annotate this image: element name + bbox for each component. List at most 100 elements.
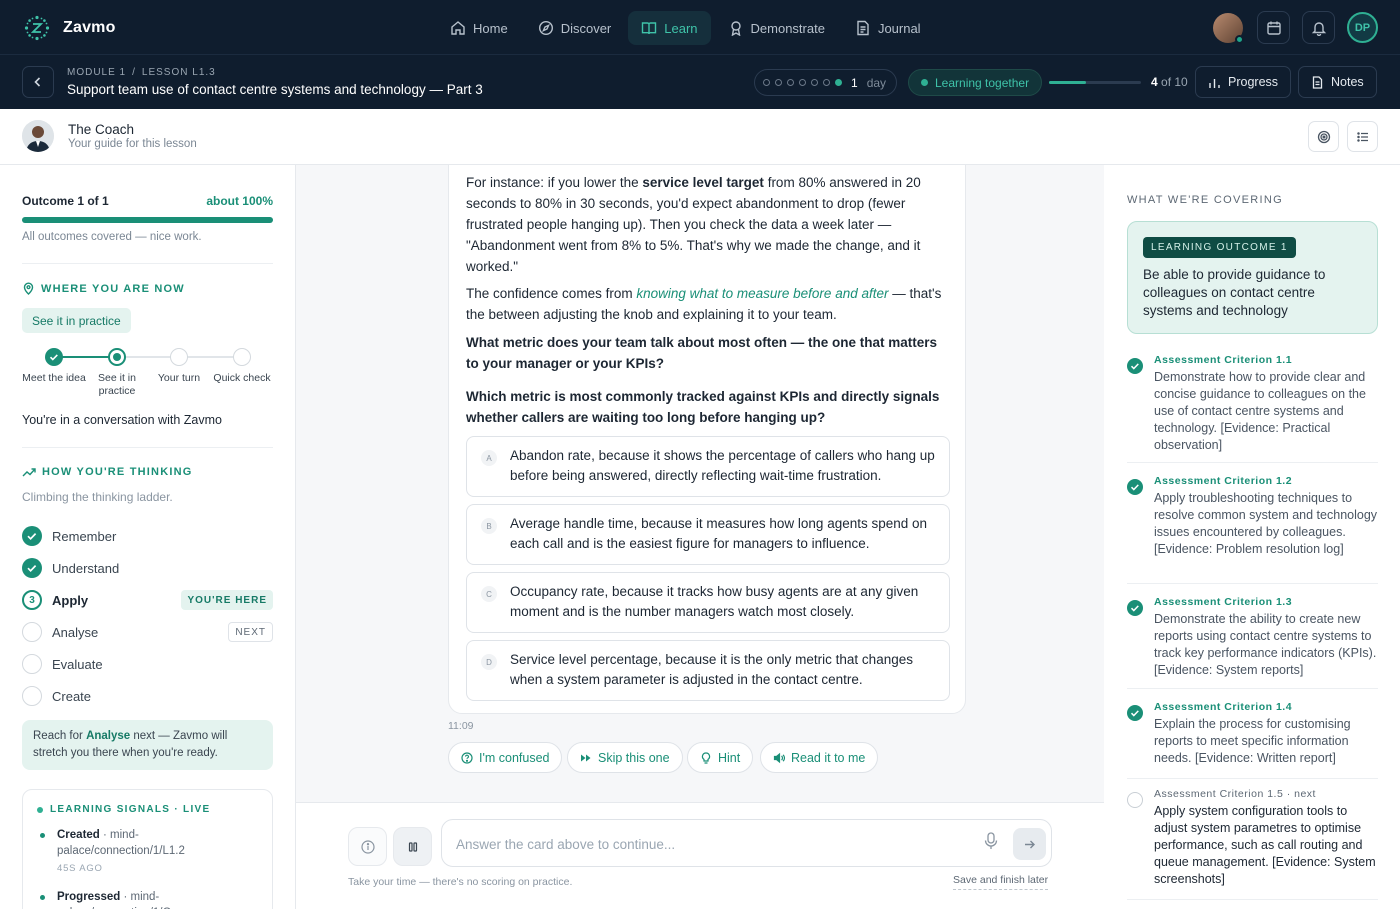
progress-button[interactable]: Progress bbox=[1195, 66, 1292, 98]
book-icon bbox=[641, 20, 657, 36]
criterion-item-next[interactable]: Assessment Criterion 1.5 · next Apply sy… bbox=[1127, 788, 1378, 900]
notifications-button[interactable] bbox=[1302, 11, 1335, 44]
learning-outcome-tag: LEARNING OUTCOME 1 bbox=[1143, 237, 1296, 258]
criterion-item[interactable]: Assessment Criterion 1.2 Apply troublesh… bbox=[1127, 475, 1378, 584]
nav-demonstrate[interactable]: Demonstrate bbox=[715, 11, 838, 45]
answer-input[interactable] bbox=[456, 832, 976, 856]
level-label: Evaluate bbox=[52, 656, 103, 672]
info-icon bbox=[360, 839, 375, 854]
current-phase-pill: See it in practice bbox=[22, 308, 131, 333]
learning-outcome-text: Be able to provide guidance to colleague… bbox=[1143, 267, 1326, 318]
criterion-item[interactable]: Assessment Criterion 1.1 Demonstrate how… bbox=[1127, 354, 1378, 463]
streak-dot bbox=[787, 79, 794, 86]
profile-button[interactable]: DP bbox=[1347, 12, 1378, 43]
answer-input-box bbox=[441, 819, 1052, 867]
nav-label: Discover bbox=[560, 20, 612, 36]
lesson-progress-fill bbox=[1049, 81, 1086, 84]
confused-button[interactable]: I'm confused bbox=[448, 742, 563, 773]
left-sidebar: Outcome 1 of 1 about 100% All outcomes c… bbox=[0, 165, 296, 909]
target-icon bbox=[1317, 130, 1331, 144]
conversation-status: You're in a conversation with Zavmo bbox=[22, 413, 222, 427]
current-step-dot bbox=[113, 353, 121, 361]
option-letter: C bbox=[481, 586, 497, 602]
skip-button[interactable]: Skip this one bbox=[567, 742, 683, 773]
step-label: Meet the idea bbox=[22, 372, 86, 384]
level-empty-circle bbox=[22, 654, 42, 674]
criterion-text: Apply troubleshooting techniques to reso… bbox=[1154, 491, 1378, 556]
chat-area: For instance: if you lower the service l… bbox=[296, 165, 1104, 909]
hint-button[interactable]: Hint bbox=[687, 742, 754, 773]
coach-avatar bbox=[22, 120, 54, 152]
calendar-button[interactable] bbox=[1257, 11, 1290, 44]
outcome-note: All outcomes covered — nice work. bbox=[22, 231, 202, 243]
you-are-here-badge: YOU'RE HERE bbox=[181, 590, 273, 610]
answer-option-a[interactable]: A Abandon rate, because it shows the per… bbox=[466, 436, 950, 497]
logo[interactable]: Zavmo bbox=[24, 15, 116, 41]
right-sidebar: WHAT WE'RE COVERING LEARNING OUTCOME 1 B… bbox=[1104, 165, 1400, 909]
action-label: Read it to me bbox=[791, 750, 866, 765]
action-label: Hint bbox=[718, 750, 741, 765]
nav-label: Home bbox=[473, 20, 508, 36]
notes-button[interactable]: Notes bbox=[1298, 66, 1377, 98]
learning-together-badge[interactable]: Learning together bbox=[908, 69, 1043, 96]
answer-option-d[interactable]: D Service level percentage, because it i… bbox=[466, 640, 950, 701]
answer-option-b[interactable]: B Average handle time, because it measur… bbox=[466, 504, 950, 565]
ladder-level-create: Create bbox=[22, 685, 273, 707]
criterion-title: Assessment Criterion 1.2 bbox=[1154, 475, 1293, 487]
criterion-title: Assessment Criterion 1.4 bbox=[1154, 701, 1293, 713]
criterion-item[interactable]: Assessment Criterion 1.4 Explain the pro… bbox=[1127, 701, 1378, 779]
user-avatar[interactable] bbox=[1213, 12, 1244, 44]
nav-home[interactable]: Home bbox=[437, 11, 521, 45]
coach-bar: The Coach Your guide for this lesson bbox=[0, 109, 1400, 165]
reflection-question: What metric does your team talk about mo… bbox=[466, 335, 938, 371]
outline-button[interactable] bbox=[1347, 121, 1378, 152]
focus-button[interactable] bbox=[1308, 121, 1339, 152]
lesson-info: MODULE 1 / LESSON L1.3 Support team use … bbox=[67, 67, 483, 97]
nav-discover[interactable]: Discover bbox=[525, 11, 625, 45]
top-right-controls: DP bbox=[1213, 11, 1378, 44]
nav-learn[interactable]: Learn bbox=[628, 11, 711, 45]
coach-subtitle: Your guide for this lesson bbox=[68, 138, 197, 150]
signal-verb: Progressed bbox=[57, 891, 121, 903]
together-label: Learning together bbox=[935, 75, 1030, 90]
progress-of: of 10 bbox=[1161, 75, 1188, 89]
thinking-subtitle: Climbing the thinking ladder. bbox=[22, 490, 173, 504]
action-label: Skip this one bbox=[598, 750, 670, 765]
nav-journal[interactable]: Journal bbox=[842, 11, 934, 45]
streak-dot bbox=[775, 79, 782, 86]
empty-circle-icon bbox=[1127, 792, 1143, 808]
save-later-link[interactable]: Save and finish later bbox=[953, 874, 1049, 890]
read-aloud-button[interactable]: Read it to me bbox=[760, 742, 879, 773]
quiz-question: Which metric is most commonly tracked ag… bbox=[466, 389, 940, 425]
answer-option-c[interactable]: C Occupancy rate, because it tracks how … bbox=[466, 572, 950, 633]
level-empty-circle bbox=[22, 686, 42, 706]
check-icon bbox=[45, 348, 63, 366]
criterion-title: Assessment Criterion 1.5 · next bbox=[1154, 788, 1316, 800]
journal-icon bbox=[855, 20, 871, 36]
check-icon bbox=[1127, 358, 1143, 374]
microphone-icon[interactable] bbox=[984, 832, 998, 850]
breadcrumb-lesson: LESSON L1.3 bbox=[141, 67, 216, 78]
text-run-bold: service level target bbox=[642, 175, 764, 190]
streak-dot bbox=[799, 79, 806, 86]
criterion-text: Apply system configuration tools to adju… bbox=[1154, 804, 1376, 886]
send-button[interactable] bbox=[1013, 828, 1046, 860]
lesson-progress-count: 4 of 10 bbox=[1151, 75, 1188, 89]
back-button[interactable] bbox=[22, 66, 54, 98]
notes-button-label: Notes bbox=[1331, 75, 1364, 89]
pause-button[interactable] bbox=[393, 827, 432, 866]
outcome-progress-fill bbox=[22, 217, 273, 223]
step-done bbox=[45, 348, 63, 366]
criterion-item[interactable]: Assessment Criterion 1.3 Demonstrate the… bbox=[1127, 596, 1378, 689]
pause-icon bbox=[407, 841, 419, 853]
text-run: For instance: if you lower the bbox=[466, 175, 643, 190]
arrow-right-icon bbox=[1023, 838, 1036, 851]
level-label: Analyse bbox=[52, 624, 99, 640]
signal-time: 45S AGO bbox=[57, 863, 103, 874]
top-nav: Zavmo Home Discover Learn Demonstrate Jo… bbox=[0, 0, 1400, 55]
step-todo bbox=[233, 348, 251, 366]
info-button[interactable] bbox=[348, 827, 387, 866]
reach-target: Analyse bbox=[86, 730, 131, 742]
step-label: See it in practice bbox=[98, 372, 136, 397]
check-icon bbox=[1127, 479, 1143, 495]
